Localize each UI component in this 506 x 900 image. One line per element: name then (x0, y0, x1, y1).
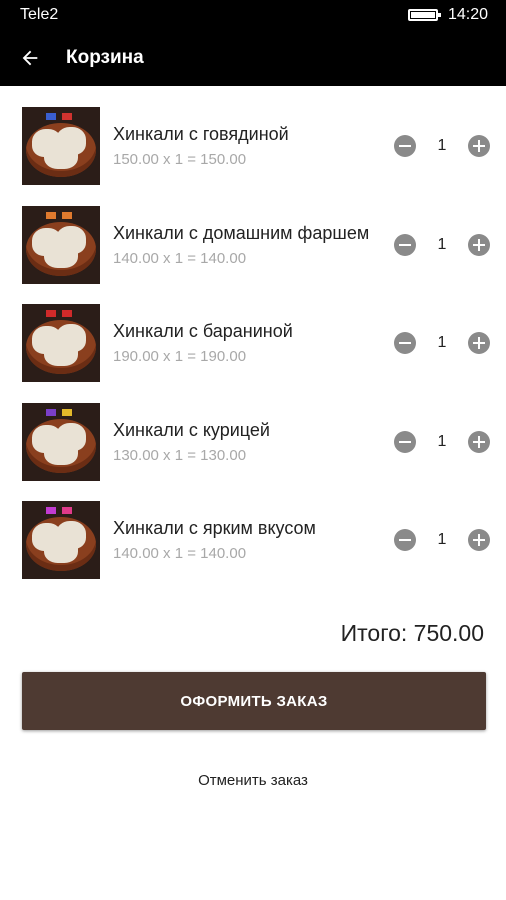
item-price-calc: 150.00 x 1 = 150.00 (113, 151, 247, 168)
checkout-button[interactable]: ОФОРМИТЬ ЗАКАЗ (22, 672, 486, 730)
quantity-stepper: 1 (394, 134, 490, 158)
product-image (22, 205, 100, 284)
carrier-name: Tele2 (20, 6, 59, 23)
minus-icon[interactable] (394, 332, 416, 354)
item-name: Хинкали с говядиной (113, 124, 289, 144)
cart-item: Хинкали с курицей 130.00 x 1 = 130.00 1 (0, 392, 506, 491)
status-bar: Tele2 14:20 (0, 0, 506, 30)
item-price-calc: 140.00 x 1 = 140.00 (113, 249, 247, 267)
cart-list: Хинкали с говядиной 150.00 x 1 = 150.00 … (0, 96, 506, 589)
arrow-back-icon[interactable] (18, 46, 42, 70)
quantity-value: 1 (437, 432, 447, 450)
app-bar: Корзина (0, 30, 506, 86)
cart-item: Хинкали с домашним фаршем 140.00 x 1 = 1… (0, 195, 506, 294)
minus-icon[interactable] (394, 135, 416, 157)
quantity-stepper: 1 (394, 430, 490, 454)
item-price-calc: 140.00 x 1 = 140.00 (113, 545, 247, 562)
product-image (22, 501, 100, 579)
quantity-stepper: 1 (394, 331, 490, 355)
plus-icon[interactable] (468, 135, 490, 157)
item-info: Хинкали с ярким вкусом 140.00 x 1 = 140.… (113, 518, 389, 562)
item-name: Хинкали с домашним фаршем (113, 222, 370, 243)
item-price-calc: 190.00 x 1 = 190.00 (113, 348, 247, 365)
minus-icon[interactable] (394, 430, 416, 453)
product-image (22, 402, 100, 481)
minus-icon[interactable] (394, 233, 416, 256)
item-info: Хинкали с говядиной 150.00 x 1 = 150.00 (113, 124, 389, 168)
cancel-order-link[interactable]: Отменить заказ (0, 772, 506, 789)
plus-icon[interactable] (468, 332, 490, 354)
item-price-calc: 130.00 x 1 = 130.00 (113, 446, 247, 464)
cart-item: Хинкали с бараниной 190.00 x 1 = 190.00 … (0, 293, 506, 392)
item-info: Хинкали с курицей 130.00 x 1 = 130.00 (113, 420, 389, 464)
quantity-stepper: 1 (394, 528, 490, 552)
cart-item: Хинкали с говядиной 150.00 x 1 = 150.00 … (0, 96, 506, 195)
product-image (22, 304, 100, 382)
quantity-value: 1 (437, 235, 447, 253)
plus-icon[interactable] (468, 529, 490, 551)
minus-icon[interactable] (394, 529, 416, 551)
order-total: Итого: 750.00 (340, 620, 484, 646)
battery-icon (407, 9, 441, 21)
item-name: Хинкали с курицей (113, 419, 270, 440)
item-name: Хинкали с бараниной (113, 321, 293, 341)
quantity-value: 1 (437, 137, 447, 154)
item-name: Хинкали с ярким вкусом (113, 518, 316, 538)
plus-icon[interactable] (468, 430, 490, 453)
item-info: Хинкали с домашним фаршем 140.00 x 1 = 1… (113, 223, 389, 267)
status-right: 14:20 (407, 6, 488, 24)
quantity-value: 1 (437, 334, 447, 351)
quantity-value: 1 (437, 531, 447, 548)
clock: 14:20 (447, 6, 488, 23)
plus-icon[interactable] (468, 233, 490, 256)
cart-item: Хинкали с ярким вкусом 140.00 x 1 = 140.… (0, 490, 506, 589)
item-info: Хинкали с бараниной 190.00 x 1 = 190.00 (113, 321, 389, 365)
product-image (22, 107, 100, 185)
page-title: Корзина (66, 47, 144, 68)
quantity-stepper: 1 (394, 233, 490, 257)
